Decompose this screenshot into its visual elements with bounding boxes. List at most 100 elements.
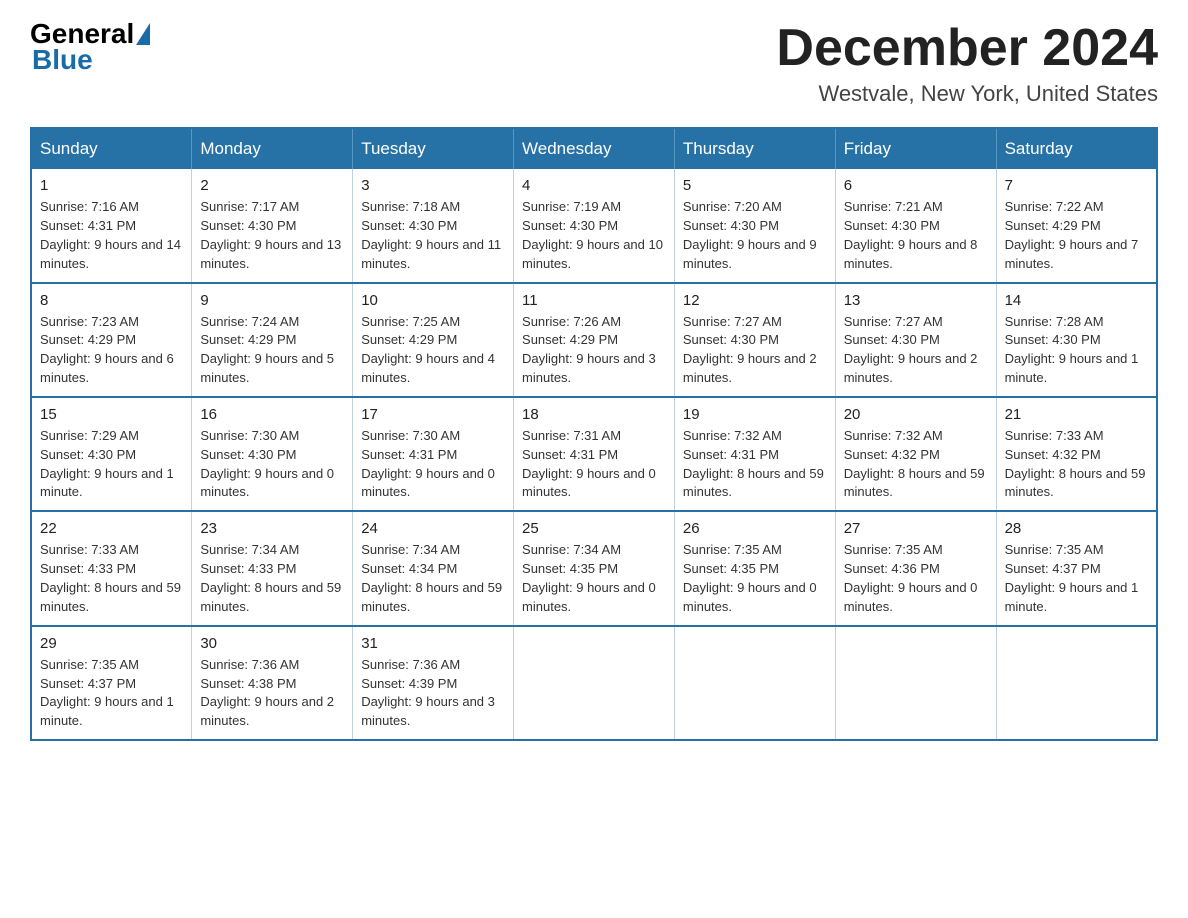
day-info: Sunrise: 7:27 AMSunset: 4:30 PMDaylight:… — [844, 313, 988, 388]
calendar-day-cell: 15 Sunrise: 7:29 AMSunset: 4:30 PMDaylig… — [31, 397, 192, 511]
day-number: 19 — [683, 406, 827, 423]
day-number: 14 — [1005, 292, 1148, 309]
day-info: Sunrise: 7:34 AMSunset: 4:34 PMDaylight:… — [361, 541, 505, 616]
page-header: General Blue December 2024 Westvale, New… — [30, 20, 1158, 107]
calendar-day-cell: 18 Sunrise: 7:31 AMSunset: 4:31 PMDaylig… — [514, 397, 675, 511]
day-number: 18 — [522, 406, 666, 423]
day-number: 15 — [40, 406, 183, 423]
day-info: Sunrise: 7:31 AMSunset: 4:31 PMDaylight:… — [522, 427, 666, 502]
calendar-day-cell: 30 Sunrise: 7:36 AMSunset: 4:38 PMDaylig… — [192, 626, 353, 740]
calendar-table: SundayMondayTuesdayWednesdayThursdayFrid… — [30, 127, 1158, 741]
day-info: Sunrise: 7:20 AMSunset: 4:30 PMDaylight:… — [683, 198, 827, 273]
day-info: Sunrise: 7:18 AMSunset: 4:30 PMDaylight:… — [361, 198, 505, 273]
day-number: 13 — [844, 292, 988, 309]
day-number: 10 — [361, 292, 505, 309]
day-of-week-header: Wednesday — [514, 128, 675, 169]
calendar-day-cell: 19 Sunrise: 7:32 AMSunset: 4:31 PMDaylig… — [674, 397, 835, 511]
day-number: 22 — [40, 520, 183, 537]
calendar-day-cell: 21 Sunrise: 7:33 AMSunset: 4:32 PMDaylig… — [996, 397, 1157, 511]
day-number: 2 — [200, 177, 344, 194]
calendar-day-cell — [996, 626, 1157, 740]
calendar-day-cell: 29 Sunrise: 7:35 AMSunset: 4:37 PMDaylig… — [31, 626, 192, 740]
day-number: 7 — [1005, 177, 1148, 194]
day-number: 23 — [200, 520, 344, 537]
calendar-week-row: 8 Sunrise: 7:23 AMSunset: 4:29 PMDayligh… — [31, 283, 1157, 397]
day-info: Sunrise: 7:17 AMSunset: 4:30 PMDaylight:… — [200, 198, 344, 273]
day-info: Sunrise: 7:29 AMSunset: 4:30 PMDaylight:… — [40, 427, 183, 502]
day-info: Sunrise: 7:33 AMSunset: 4:32 PMDaylight:… — [1005, 427, 1148, 502]
calendar-week-row: 29 Sunrise: 7:35 AMSunset: 4:37 PMDaylig… — [31, 626, 1157, 740]
day-of-week-header: Sunday — [31, 128, 192, 169]
calendar-day-cell: 9 Sunrise: 7:24 AMSunset: 4:29 PMDayligh… — [192, 283, 353, 397]
day-number: 31 — [361, 635, 505, 652]
calendar-day-cell: 3 Sunrise: 7:18 AMSunset: 4:30 PMDayligh… — [353, 169, 514, 282]
calendar-day-cell: 14 Sunrise: 7:28 AMSunset: 4:30 PMDaylig… — [996, 283, 1157, 397]
calendar-day-cell: 28 Sunrise: 7:35 AMSunset: 4:37 PMDaylig… — [996, 511, 1157, 625]
day-number: 25 — [522, 520, 666, 537]
day-info: Sunrise: 7:26 AMSunset: 4:29 PMDaylight:… — [522, 313, 666, 388]
calendar-day-cell: 23 Sunrise: 7:34 AMSunset: 4:33 PMDaylig… — [192, 511, 353, 625]
calendar-header-row: SundayMondayTuesdayWednesdayThursdayFrid… — [31, 128, 1157, 169]
day-info: Sunrise: 7:28 AMSunset: 4:30 PMDaylight:… — [1005, 313, 1148, 388]
day-info: Sunrise: 7:32 AMSunset: 4:32 PMDaylight:… — [844, 427, 988, 502]
day-number: 6 — [844, 177, 988, 194]
calendar-day-cell — [514, 626, 675, 740]
calendar-day-cell: 10 Sunrise: 7:25 AMSunset: 4:29 PMDaylig… — [353, 283, 514, 397]
day-info: Sunrise: 7:34 AMSunset: 4:33 PMDaylight:… — [200, 541, 344, 616]
day-number: 4 — [522, 177, 666, 194]
calendar-day-cell: 7 Sunrise: 7:22 AMSunset: 4:29 PMDayligh… — [996, 169, 1157, 282]
title-area: December 2024 Westvale, New York, United… — [776, 20, 1158, 107]
day-info: Sunrise: 7:22 AMSunset: 4:29 PMDaylight:… — [1005, 198, 1148, 273]
day-info: Sunrise: 7:36 AMSunset: 4:38 PMDaylight:… — [200, 656, 344, 731]
calendar-day-cell: 11 Sunrise: 7:26 AMSunset: 4:29 PMDaylig… — [514, 283, 675, 397]
calendar-day-cell — [835, 626, 996, 740]
day-number: 9 — [200, 292, 344, 309]
calendar-day-cell: 2 Sunrise: 7:17 AMSunset: 4:30 PMDayligh… — [192, 169, 353, 282]
day-info: Sunrise: 7:16 AMSunset: 4:31 PMDaylight:… — [40, 198, 183, 273]
day-of-week-header: Monday — [192, 128, 353, 169]
day-info: Sunrise: 7:21 AMSunset: 4:30 PMDaylight:… — [844, 198, 988, 273]
location-title: Westvale, New York, United States — [776, 81, 1158, 107]
calendar-day-cell: 5 Sunrise: 7:20 AMSunset: 4:30 PMDayligh… — [674, 169, 835, 282]
day-info: Sunrise: 7:23 AMSunset: 4:29 PMDaylight:… — [40, 313, 183, 388]
day-number: 26 — [683, 520, 827, 537]
day-info: Sunrise: 7:19 AMSunset: 4:30 PMDaylight:… — [522, 198, 666, 273]
day-info: Sunrise: 7:27 AMSunset: 4:30 PMDaylight:… — [683, 313, 827, 388]
day-of-week-header: Thursday — [674, 128, 835, 169]
day-info: Sunrise: 7:34 AMSunset: 4:35 PMDaylight:… — [522, 541, 666, 616]
day-number: 3 — [361, 177, 505, 194]
calendar-day-cell: 6 Sunrise: 7:21 AMSunset: 4:30 PMDayligh… — [835, 169, 996, 282]
day-number: 1 — [40, 177, 183, 194]
calendar-day-cell: 22 Sunrise: 7:33 AMSunset: 4:33 PMDaylig… — [31, 511, 192, 625]
day-number: 21 — [1005, 406, 1148, 423]
calendar-day-cell: 24 Sunrise: 7:34 AMSunset: 4:34 PMDaylig… — [353, 511, 514, 625]
day-number: 20 — [844, 406, 988, 423]
month-title: December 2024 — [776, 20, 1158, 77]
logo-triangle-icon — [136, 23, 150, 45]
day-info: Sunrise: 7:30 AMSunset: 4:30 PMDaylight:… — [200, 427, 344, 502]
day-of-week-header: Friday — [835, 128, 996, 169]
logo: General Blue — [30, 20, 150, 76]
calendar-day-cell: 26 Sunrise: 7:35 AMSunset: 4:35 PMDaylig… — [674, 511, 835, 625]
day-number: 24 — [361, 520, 505, 537]
calendar-day-cell: 4 Sunrise: 7:19 AMSunset: 4:30 PMDayligh… — [514, 169, 675, 282]
calendar-day-cell: 31 Sunrise: 7:36 AMSunset: 4:39 PMDaylig… — [353, 626, 514, 740]
day-info: Sunrise: 7:35 AMSunset: 4:35 PMDaylight:… — [683, 541, 827, 616]
day-info: Sunrise: 7:30 AMSunset: 4:31 PMDaylight:… — [361, 427, 505, 502]
day-number: 29 — [40, 635, 183, 652]
calendar-day-cell: 27 Sunrise: 7:35 AMSunset: 4:36 PMDaylig… — [835, 511, 996, 625]
calendar-day-cell: 16 Sunrise: 7:30 AMSunset: 4:30 PMDaylig… — [192, 397, 353, 511]
day-info: Sunrise: 7:32 AMSunset: 4:31 PMDaylight:… — [683, 427, 827, 502]
calendar-day-cell: 8 Sunrise: 7:23 AMSunset: 4:29 PMDayligh… — [31, 283, 192, 397]
day-info: Sunrise: 7:35 AMSunset: 4:37 PMDaylight:… — [1005, 541, 1148, 616]
day-number: 12 — [683, 292, 827, 309]
calendar-week-row: 22 Sunrise: 7:33 AMSunset: 4:33 PMDaylig… — [31, 511, 1157, 625]
day-info: Sunrise: 7:36 AMSunset: 4:39 PMDaylight:… — [361, 656, 505, 731]
calendar-week-row: 15 Sunrise: 7:29 AMSunset: 4:30 PMDaylig… — [31, 397, 1157, 511]
day-info: Sunrise: 7:35 AMSunset: 4:36 PMDaylight:… — [844, 541, 988, 616]
calendar-day-cell: 25 Sunrise: 7:34 AMSunset: 4:35 PMDaylig… — [514, 511, 675, 625]
day-info: Sunrise: 7:35 AMSunset: 4:37 PMDaylight:… — [40, 656, 183, 731]
day-number: 30 — [200, 635, 344, 652]
day-number: 8 — [40, 292, 183, 309]
day-number: 28 — [1005, 520, 1148, 537]
